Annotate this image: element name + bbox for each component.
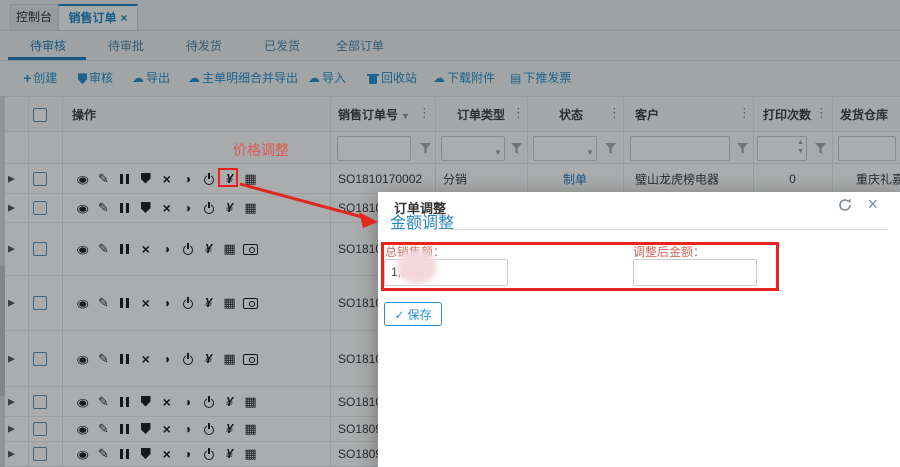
adjusted-amount-input[interactable] — [633, 259, 757, 286]
check-icon: ✓ — [394, 308, 404, 322]
save-button[interactable]: ✓保存 — [384, 302, 442, 326]
redaction-blur — [397, 250, 437, 284]
refresh-icon[interactable] — [838, 198, 852, 215]
section-title: 金额调整 — [390, 209, 454, 233]
adjusted-amount-label: 调整后金额： — [633, 243, 705, 260]
order-adjust-dialog: 订单调整 × 金额调整 总销售额： 1,0 调整后金额： ✓保存 — [378, 192, 900, 467]
section-divider — [450, 229, 888, 230]
sales-order-app: 控制台 销售订单× 待审核 待审批 待发货 已发货 全部订单 创建 审核 导出 … — [0, 0, 900, 467]
close-icon[interactable]: × — [867, 194, 878, 215]
